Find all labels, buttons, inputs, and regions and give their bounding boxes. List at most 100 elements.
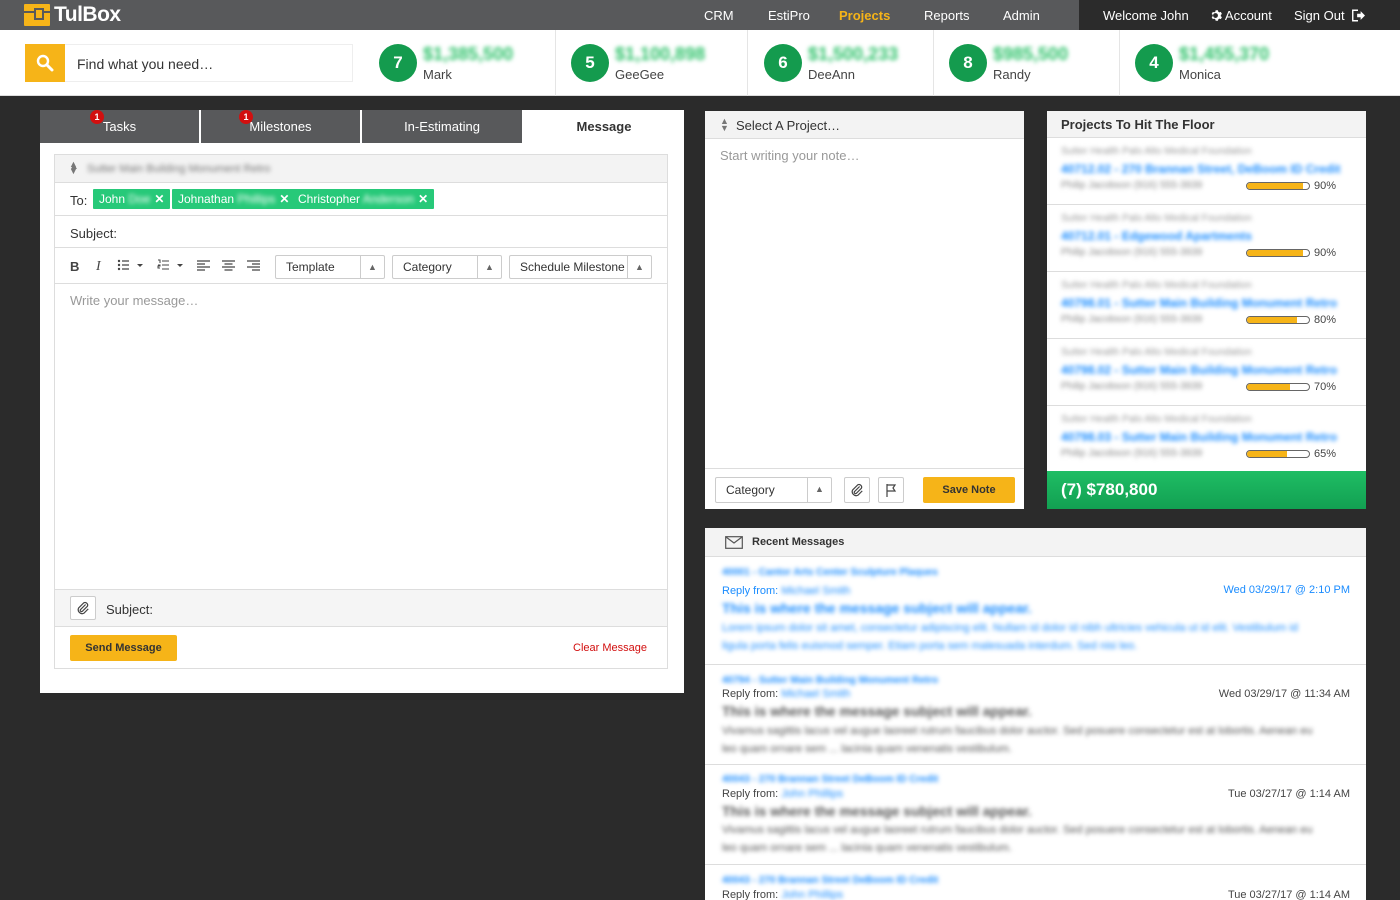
italic-button[interactable]: I xyxy=(96,259,101,275)
reply-label: Reply from: xyxy=(722,889,779,900)
message-composer: ▲ ▲ ▼ Sutter Main Building Monument Retro… xyxy=(54,154,668,669)
nav-item-admin[interactable]: Admin xyxy=(1003,8,1040,23)
note-project-select[interactable]: ▲ ▼ Select A Project… xyxy=(705,111,1024,139)
nav-item-crm[interactable]: CRM xyxy=(704,8,734,23)
paperclip-icon xyxy=(77,601,89,615)
recipient-chip[interactable]: John Doe ✕ xyxy=(93,189,171,209)
nav-item-reports[interactable]: Reports xyxy=(924,8,970,23)
search-input[interactable]: Find what you need… xyxy=(65,44,353,82)
subject-row[interactable]: Subject: xyxy=(55,216,667,248)
stat-card-geegee[interactable]: 5 $1,100,898 GeeGee xyxy=(571,30,748,96)
contact-info: Philip Jacobson (916) 555-3939 xyxy=(1061,448,1203,459)
tab-in-estimating[interactable]: In-Estimating xyxy=(362,110,522,143)
save-note-button[interactable]: Save Note xyxy=(923,477,1015,503)
schedule-milestone-select[interactable]: Schedule Milestone ▲ xyxy=(509,255,652,279)
project-select[interactable]: ▲ ▲ ▼ Sutter Main Building Monument Retro xyxy=(55,155,667,183)
bold-button[interactable]: B xyxy=(70,259,79,274)
message-project[interactable]: 40043 - 270 Brannan Street DeBoom ID Cre… xyxy=(722,774,938,785)
tab-label: Message xyxy=(576,119,632,134)
recipient-last: Phillips xyxy=(237,192,276,206)
subject-label: Subject: xyxy=(70,226,117,241)
send-message-button[interactable]: Send Message xyxy=(70,635,177,661)
updown-icon: ▲ xyxy=(807,478,831,502)
stat-card-randy[interactable]: 8 $985,500 Randy xyxy=(949,30,1120,96)
reply-from: Reply from: John Phillips xyxy=(722,788,843,800)
numbered-list-button[interactable] xyxy=(157,259,185,274)
project-link[interactable]: 40798.01 - Sutter Main Building Monument… xyxy=(1061,296,1337,310)
message-item[interactable]: 40001 - Cantor Arts Center Sculpture Pla… xyxy=(705,557,1366,665)
align-center-button[interactable] xyxy=(222,259,235,274)
reply-from: Reply from: Michael Smith xyxy=(722,688,850,700)
stat-name: Monica xyxy=(1179,67,1221,82)
tulbox-logo[interactable]: TulBox xyxy=(24,3,121,27)
category-select[interactable]: Category ▲ xyxy=(392,255,502,279)
bullet-list-button[interactable] xyxy=(117,259,145,274)
flag-button[interactable] xyxy=(878,477,904,503)
sign-out-link[interactable]: Sign Out xyxy=(1294,8,1366,23)
align-right-icon xyxy=(247,260,260,271)
note-attach-button[interactable] xyxy=(844,477,870,503)
align-left-button[interactable] xyxy=(197,259,210,274)
schedule-select-label: Schedule Milestone xyxy=(520,260,625,274)
project-link[interactable]: 40712.02 - 270 Brannan Street, DeBoom ID… xyxy=(1061,162,1340,176)
tab-milestones[interactable]: 1 Milestones xyxy=(201,110,360,143)
note-input[interactable]: Start writing your note… xyxy=(720,148,859,163)
client-name: Sutter Health Palo Alto Medical Foundati… xyxy=(1061,414,1252,425)
nav-item-estipro[interactable]: EstiPro xyxy=(768,8,810,23)
floor-project-item[interactable]: Sutter Health Palo Alto Medical Foundati… xyxy=(1047,138,1366,205)
project-link[interactable]: 40712.01 - Edgewood Apartments xyxy=(1061,229,1252,243)
recipient-first: Johnathan xyxy=(178,192,235,206)
remove-recipient-icon[interactable]: ✕ xyxy=(418,192,428,206)
message-body-input[interactable]: Write your message… xyxy=(70,293,198,308)
message-item[interactable]: 40043 - 270 Brannan Street DeBoom ID Cre… xyxy=(705,765,1366,865)
attach-button[interactable] xyxy=(70,596,96,620)
floor-project-item[interactable]: Sutter Health Palo Alto Medical Foundati… xyxy=(1047,272,1366,339)
updown-icon: ▲ ▼ xyxy=(720,116,729,133)
message-item[interactable]: 40794 - Sutter Main Building Monument Re… xyxy=(705,665,1366,765)
search-button[interactable] xyxy=(25,44,65,82)
stat-name: DeeAnn xyxy=(808,67,855,82)
numbered-list-icon xyxy=(157,259,183,270)
reply-sender: Michael Smith xyxy=(781,688,851,700)
progress-percent: 65% xyxy=(1314,448,1337,460)
app-name: TulBox xyxy=(54,3,121,26)
reply-sender: Michael Smith xyxy=(781,585,851,597)
progress-fill xyxy=(1247,451,1288,457)
template-select[interactable]: Template ▲ xyxy=(275,255,385,279)
clear-message-link[interactable]: Clear Message xyxy=(573,642,647,654)
note-footer: Category ▲ Save Note xyxy=(705,468,1024,509)
remove-recipient-icon[interactable]: ✕ xyxy=(154,192,164,206)
floor-project-item[interactable]: Sutter Health Palo Alto Medical Foundati… xyxy=(1047,406,1366,473)
stat-name: Randy xyxy=(993,67,1031,82)
align-right-button[interactable] xyxy=(247,259,260,274)
remove-recipient-icon[interactable]: ✕ xyxy=(279,192,289,206)
progress-bar xyxy=(1246,450,1310,458)
project-link[interactable]: 40798.03 - Sutter Main Building Monument… xyxy=(1061,430,1337,444)
stat-card-mark[interactable]: 7 $1,385,500 Mark xyxy=(379,30,556,96)
contact-info: Philip Jacobson (916) 555-3939 xyxy=(1061,381,1203,392)
bullet-list-icon xyxy=(117,259,143,271)
tab-message[interactable]: Message xyxy=(524,110,684,143)
tab-label: Tasks xyxy=(102,119,137,134)
progress-bar xyxy=(1246,316,1310,324)
message-project[interactable]: 40043 - 270 Brannan Street DeBoom ID Cre… xyxy=(722,875,938,886)
recipient-last: Doe xyxy=(128,192,151,206)
account-link[interactable]: Account xyxy=(1209,8,1272,23)
stat-card-monica[interactable]: 4 $1,455,370 Monica xyxy=(1135,30,1335,96)
message-item[interactable]: 40043 - 270 Brannan Street DeBoom ID Cre… xyxy=(705,865,1366,900)
floor-project-item[interactable]: Sutter Health Palo Alto Medical Foundati… xyxy=(1047,339,1366,406)
client-name: Sutter Health Palo Alto Medical Foundati… xyxy=(1061,280,1252,291)
note-category-select[interactable]: Category ▲ xyxy=(715,477,832,503)
message-project[interactable]: 40794 - Sutter Main Building Monument Re… xyxy=(722,675,938,686)
to-label: To: xyxy=(70,193,88,208)
floor-project-item[interactable]: Sutter Health Palo Alto Medical Foundati… xyxy=(1047,205,1366,272)
recipient-chip[interactable]: Johnathan Phillips ✕ xyxy=(172,189,296,209)
message-project[interactable]: 40001 - Cantor Arts Center Sculpture Pla… xyxy=(722,567,938,578)
stat-card-deeann[interactable]: 6 $1,500,233 DeeAnn xyxy=(764,30,934,96)
nav-item-projects[interactable]: Projects xyxy=(839,8,890,23)
tab-tasks[interactable]: 1 Tasks xyxy=(40,110,199,143)
reply-from: Reply from: John Phillips xyxy=(722,889,843,900)
stat-count: 8 xyxy=(949,44,987,82)
project-link[interactable]: 40798.02 - Sutter Main Building Monument… xyxy=(1061,363,1337,377)
recipient-chip[interactable]: Christopher Anderson ✕ xyxy=(292,189,435,209)
